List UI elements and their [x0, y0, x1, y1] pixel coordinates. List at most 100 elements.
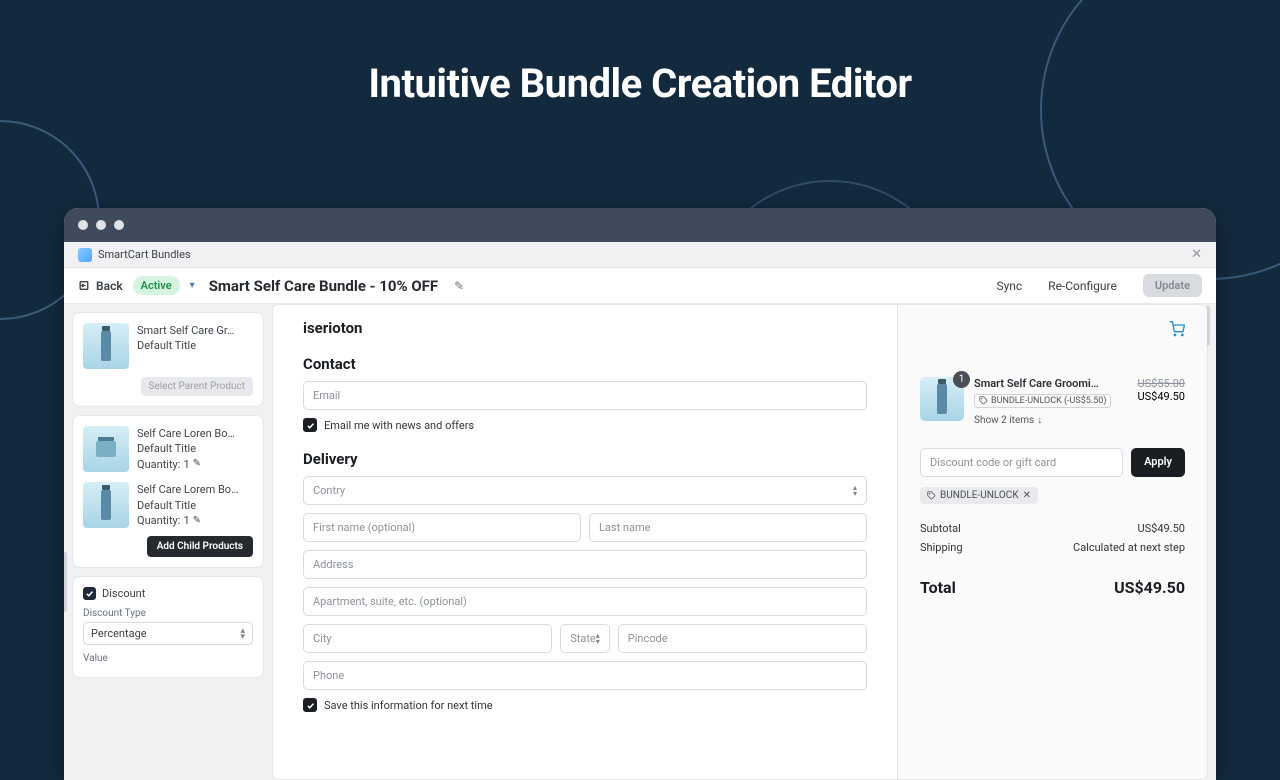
product-name: Self Care Lorem Bo… — [137, 482, 247, 497]
chevron-down-icon[interactable]: ▾ — [190, 280, 195, 291]
product-name: Self Care Loren Bo… — [137, 426, 247, 441]
sidebar: Smart Self Care Gr… Default Title Select… — [64, 304, 272, 780]
pincode-field[interactable]: Pincode — [618, 624, 867, 653]
discount-type-label: Discount Type — [83, 608, 253, 619]
apartment-field[interactable]: Apartment, suite, etc. (optional) — [303, 587, 867, 616]
tag-icon — [927, 491, 936, 500]
select-arrows-icon: ▴▾ — [240, 628, 245, 641]
state-value: State — [570, 632, 596, 645]
subtotal-value: US$49.50 — [1138, 522, 1185, 535]
product-name: Smart Self Care Gr… — [137, 323, 234, 338]
city-field[interactable]: City — [303, 624, 552, 653]
address-field[interactable]: Address — [303, 550, 867, 579]
product-thumb — [83, 482, 129, 528]
status-badge[interactable]: Active — [133, 276, 180, 295]
apply-button[interactable]: Apply — [1131, 448, 1185, 477]
summary-item-name: Smart Self Care Grooming Co… — [974, 377, 1104, 390]
update-button[interactable]: Update — [1143, 274, 1202, 297]
window-dot[interactable] — [78, 220, 88, 230]
reconfigure-button[interactable]: Re-Configure — [1048, 279, 1117, 293]
total-value: US$49.50 — [1114, 578, 1185, 597]
state-select[interactable]: State ▴▾ — [560, 624, 610, 653]
add-child-button[interactable]: Add Child Products — [147, 536, 253, 557]
product-variant: Default Title — [137, 442, 196, 455]
toolbar: Back Active ▾ Smart Self Care Bundle - 1… — [64, 268, 1216, 304]
product-variant: Default Title — [137, 339, 196, 352]
cart-icon[interactable] — [1169, 321, 1185, 341]
browser-window: SmartCart Bundles ✕ Back Active ▾ Smart … — [64, 208, 1216, 780]
back-button[interactable]: Back — [78, 279, 123, 293]
discount-type-value: Percentage — [91, 627, 147, 640]
placeholder: Address — [313, 558, 353, 571]
first-name-field[interactable]: First name (optional) — [303, 513, 581, 542]
edit-icon[interactable]: ✎ — [193, 457, 201, 471]
window-titlebar — [64, 208, 1216, 242]
product-thumb — [83, 323, 129, 369]
contact-heading: Contact — [303, 355, 867, 373]
edit-icon[interactable]: ✎ — [193, 514, 201, 528]
placeholder: Phone — [313, 669, 344, 682]
qty-label: Quantity: — [137, 457, 180, 472]
old-price: US$55.00 — [1138, 377, 1185, 390]
discount-card: Discount Discount Type Percentage ▴▾ Val… — [72, 576, 264, 678]
child-products-card: Self Care Loren Bo… Default Title Quanti… — [72, 415, 264, 568]
app-name: SmartCart Bundles — [98, 248, 191, 261]
shipping-value: Calculated at next step — [1073, 541, 1185, 554]
qty-badge: 1 — [953, 371, 970, 388]
discount-tag: BUNDLE-UNLOCK (-US$5.50) — [974, 394, 1111, 408]
subtotal-label: Subtotal — [920, 522, 961, 535]
scrollbar-thumb[interactable] — [64, 552, 67, 612]
discount-checkbox[interactable] — [83, 587, 96, 600]
delivery-heading: Delivery — [303, 450, 867, 468]
country-value: Contry — [313, 484, 345, 497]
save-info-label: Save this information for next time — [324, 699, 493, 712]
save-info-checkbox[interactable] — [303, 698, 317, 712]
email-field[interactable]: Email — [303, 381, 867, 410]
discount-value-label: Value — [83, 653, 253, 664]
back-icon — [78, 279, 91, 292]
select-arrows-icon: ▴▾ — [853, 485, 857, 496]
placeholder: Apartment, suite, etc. (optional) — [313, 595, 467, 608]
sync-button[interactable]: Sync — [996, 279, 1022, 293]
qty-value: 1 — [183, 513, 189, 528]
store-name: iserioton — [303, 319, 867, 337]
checkout-preview: iserioton Contact Email Email me with ne… — [272, 304, 1208, 780]
show-items-toggle[interactable]: Show 2 items ↓ — [974, 415, 1128, 426]
news-offers-checkbox[interactable] — [303, 418, 317, 432]
qty-value: 1 — [183, 457, 189, 472]
last-name-field[interactable]: Last name — [589, 513, 867, 542]
placeholder: City — [313, 632, 332, 645]
discount-code-field[interactable]: Discount code or gift card — [920, 448, 1123, 477]
placeholder: Email — [313, 389, 340, 402]
new-price: US$49.50 — [1138, 390, 1185, 403]
summary-thumb: 1 — [920, 377, 964, 421]
back-label: Back — [96, 279, 123, 293]
placeholder: Last name — [599, 521, 650, 534]
placeholder: First name (optional) — [313, 521, 415, 534]
close-icon[interactable]: ✕ — [1191, 247, 1202, 262]
country-select[interactable]: Contry ▴▾ — [303, 476, 867, 505]
select-parent-button[interactable]: Select Parent Product — [141, 377, 254, 396]
arrow-down-icon: ↓ — [1037, 415, 1042, 426]
page-title: Smart Self Care Bundle - 10% OFF — [209, 277, 438, 295]
product-thumb — [83, 426, 129, 472]
placeholder: Discount code or gift card — [930, 456, 1056, 469]
show-items-text: Show 2 items — [974, 415, 1034, 426]
phone-field[interactable]: Phone — [303, 661, 867, 690]
news-offers-label: Email me with news and offers — [324, 419, 474, 432]
edit-icon[interactable]: ✎ — [454, 279, 464, 293]
discount-chip[interactable]: BUNDLE-UNLOCK ✕ — [920, 487, 1038, 504]
app-logo-icon — [78, 248, 92, 262]
window-dot[interactable] — [114, 220, 124, 230]
remove-chip-icon[interactable]: ✕ — [1023, 490, 1031, 501]
placeholder: Pincode — [628, 632, 668, 645]
shipping-label: Shipping — [920, 541, 963, 554]
window-dot[interactable] — [96, 220, 106, 230]
status-text: Active — [141, 279, 172, 292]
app-header: SmartCart Bundles ✕ — [64, 242, 1216, 268]
product-variant: Default Title — [137, 499, 196, 512]
select-arrows-icon: ▴▾ — [596, 633, 600, 644]
total-label: Total — [920, 578, 956, 597]
discount-type-select[interactable]: Percentage ▴▾ — [83, 622, 253, 645]
chip-text: BUNDLE-UNLOCK — [940, 490, 1019, 501]
